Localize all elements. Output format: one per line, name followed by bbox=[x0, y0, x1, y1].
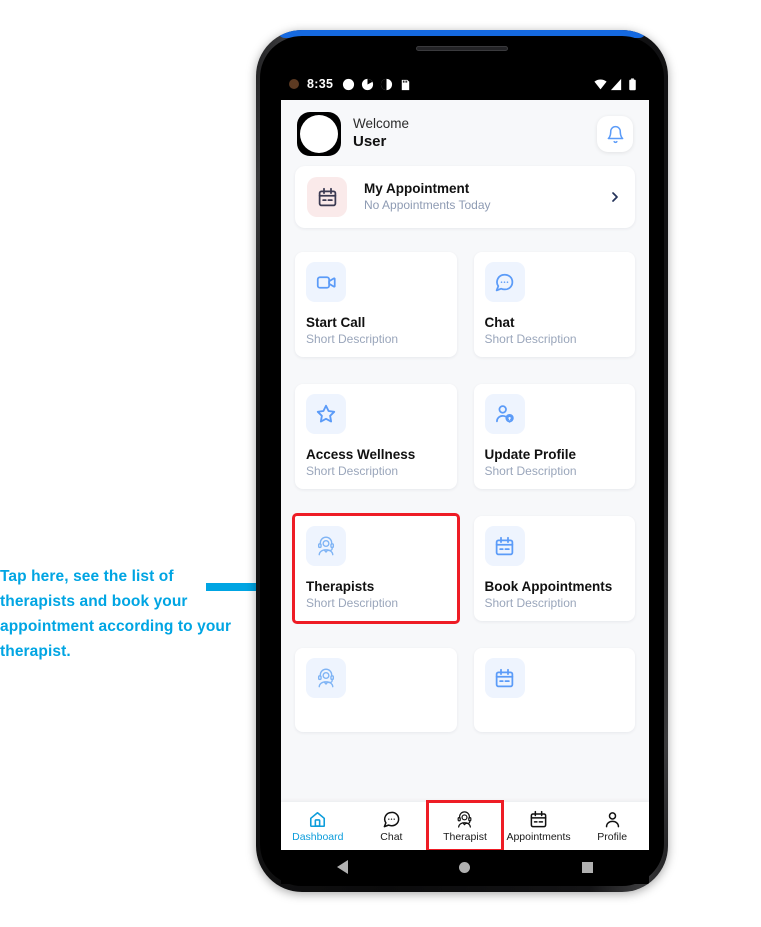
status-time: 8:35 bbox=[307, 77, 334, 91]
nav-item-profile[interactable]: Profile bbox=[575, 802, 649, 850]
earpiece-speaker bbox=[416, 46, 508, 51]
calendar-icon bbox=[495, 668, 514, 687]
card-access-wellness[interactable]: Access Wellness Short Description bbox=[295, 384, 457, 489]
person-icon bbox=[605, 811, 619, 827]
avatar[interactable] bbox=[297, 112, 341, 156]
card-subtitle: Short Description bbox=[484, 332, 577, 346]
appointment-text: My Appointment No Appointments Today bbox=[364, 180, 491, 214]
card-icon-wrap bbox=[484, 526, 525, 566]
app-scroll-area[interactable]: Welcome User My Appointment No Appointme… bbox=[281, 100, 649, 732]
welcome-block: Welcome User bbox=[353, 116, 409, 152]
card-title: Start Call bbox=[306, 315, 366, 330]
card-start-call[interactable]: Start Call Short Description bbox=[295, 252, 457, 357]
chat-bubble-icon bbox=[495, 273, 514, 291]
card-subtitle: Short Description bbox=[484, 596, 577, 610]
wifi-icon bbox=[594, 79, 607, 89]
calendar-icon bbox=[318, 187, 336, 206]
nav-item-dashboard[interactable]: Dashboard bbox=[281, 802, 355, 850]
recents-square-icon[interactable] bbox=[582, 861, 594, 873]
battery-icon bbox=[629, 77, 636, 90]
notification-bell-icon bbox=[607, 125, 623, 143]
appointment-title: My Appointment bbox=[364, 180, 470, 196]
nav-item-therapist[interactable]: Therapist bbox=[426, 800, 504, 850]
card-icon-wrap bbox=[306, 658, 346, 698]
card-icon-wrap bbox=[484, 262, 525, 302]
card-book-appointments-partial[interactable] bbox=[473, 648, 635, 732]
screenshot-stage: Tap here, see the list of therapists and… bbox=[0, 0, 761, 927]
card-icon-wrap bbox=[484, 394, 525, 434]
sd-card-icon bbox=[402, 79, 410, 90]
dot-indicator-icon bbox=[289, 79, 299, 89]
card-therapists-partial[interactable] bbox=[295, 648, 457, 732]
notification-button[interactable] bbox=[597, 116, 633, 152]
user-settings-icon bbox=[495, 405, 514, 423]
phone-frame: 8:35 Welcome User My Appointment No Appo… bbox=[256, 30, 668, 892]
user-name: User bbox=[353, 133, 387, 151]
card-subtitle: Short Description bbox=[306, 464, 399, 478]
annotation-text: Tap here, see the list of therapists and… bbox=[0, 568, 232, 661]
star-icon bbox=[316, 404, 336, 423]
card-title: Access Wellness bbox=[306, 447, 416, 462]
app-header: Welcome User bbox=[295, 100, 635, 166]
card-subtitle: Short Description bbox=[484, 464, 577, 478]
home-circle-icon[interactable] bbox=[459, 861, 471, 873]
nav-label: Chat bbox=[380, 830, 403, 843]
home-icon bbox=[310, 811, 326, 827]
card-chat[interactable]: Chat Short Description bbox=[473, 252, 635, 357]
feature-card-grid: Start Call Short Description Chat Short … bbox=[292, 252, 635, 732]
bottom-navigation: Dashboard Chat Therapist Appointments Pr… bbox=[281, 800, 649, 850]
welcome-label: Welcome bbox=[353, 116, 410, 132]
appointment-icon-wrap bbox=[307, 177, 347, 217]
status-bar: 8:35 bbox=[281, 68, 649, 100]
card-update-profile[interactable]: Update Profile Short Description bbox=[473, 384, 635, 489]
nav-label: Therapist bbox=[443, 830, 487, 843]
card-icon-wrap bbox=[306, 526, 346, 566]
nav-label: Profile bbox=[597, 830, 628, 843]
video-camera-icon bbox=[316, 275, 336, 289]
card-icon-wrap bbox=[484, 658, 525, 698]
card-title: Update Profile bbox=[484, 447, 577, 462]
half-circle-icon bbox=[381, 78, 393, 90]
card-icon-wrap bbox=[306, 262, 346, 302]
card-title: Chat bbox=[484, 315, 515, 330]
android-system-nav bbox=[281, 850, 649, 884]
nav-item-appointments[interactable]: Appointments bbox=[502, 802, 576, 850]
back-triangle-icon[interactable] bbox=[336, 860, 348, 874]
appointment-subtitle: No Appointments Today bbox=[364, 198, 491, 213]
card-book-appointments[interactable]: Book Appointments Short Description bbox=[473, 516, 635, 621]
card-title: Book Appointments bbox=[484, 579, 613, 594]
chevron-right-icon[interactable] bbox=[607, 189, 623, 205]
nav-item-chat[interactable]: Chat bbox=[355, 802, 429, 850]
card-icon-wrap bbox=[306, 394, 346, 434]
signal-icon bbox=[610, 78, 622, 90]
status-right-icons bbox=[594, 77, 639, 91]
calendar-icon bbox=[530, 810, 547, 827]
calendar-icon bbox=[495, 536, 514, 555]
card-title: Therapists bbox=[306, 579, 375, 594]
circle-icon bbox=[343, 78, 355, 90]
phone-bezel: 8:35 Welcome User My Appointment No Appo… bbox=[260, 36, 664, 886]
card-therapists[interactable]: Therapists Short Description bbox=[292, 513, 460, 624]
chat-bubble-icon bbox=[383, 811, 400, 827]
nav-label: Dashboard bbox=[292, 830, 344, 843]
therapist-headset-icon bbox=[458, 810, 472, 828]
nav-label: Appointments bbox=[506, 830, 571, 843]
app-content: Welcome User My Appointment No Appointme… bbox=[281, 100, 649, 850]
phone-screen: 8:35 Welcome User My Appointment No Appo… bbox=[281, 68, 649, 850]
card-subtitle: Short Description bbox=[306, 332, 399, 346]
card-subtitle: Short Description bbox=[306, 596, 399, 610]
therapist-headset-icon bbox=[317, 536, 335, 556]
avatar-placeholder bbox=[300, 115, 338, 153]
therapist-headset-icon bbox=[317, 668, 335, 688]
pie-icon bbox=[362, 78, 374, 90]
my-appointment-card[interactable]: My Appointment No Appointments Today bbox=[295, 166, 635, 228]
